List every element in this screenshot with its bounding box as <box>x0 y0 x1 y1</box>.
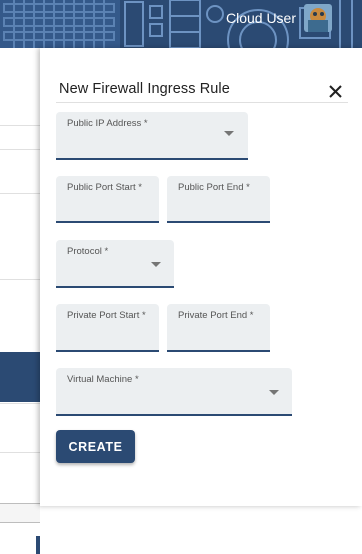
background-divider <box>0 452 40 453</box>
background-page <box>0 48 40 554</box>
app-header: Cloud User <box>0 0 362 48</box>
user-avatar[interactable] <box>304 4 332 32</box>
firewall-rule-drawer: New Firewall Ingress Rule Public IP Addr… <box>40 48 362 506</box>
protocol-select[interactable]: Protocol * <box>56 240 174 288</box>
avatar-image <box>304 4 332 32</box>
chevron-down-icon <box>269 390 279 395</box>
public-port-end-label: Public Port End * <box>178 182 250 193</box>
background-divider <box>0 279 40 280</box>
background-divider <box>0 149 40 150</box>
chevron-down-icon <box>151 262 161 267</box>
private-port-start-label: Private Port Start * <box>67 310 146 321</box>
close-icon <box>329 85 342 98</box>
public-port-start-field[interactable]: Public Port Start * <box>56 176 159 223</box>
public-ip-select[interactable]: Public IP Address * <box>56 112 248 160</box>
public-ip-label: Public IP Address * <box>67 118 148 129</box>
private-port-end-field[interactable]: Private Port End * <box>167 304 270 352</box>
close-button[interactable] <box>326 82 346 102</box>
virtual-machine-label: Virtual Machine * <box>67 374 139 385</box>
background-divider <box>0 193 40 194</box>
public-port-end-field[interactable]: Public Port End * <box>167 176 270 223</box>
background-divider <box>0 125 40 126</box>
background-divider <box>0 403 40 404</box>
create-button[interactable]: CREATE <box>56 430 135 463</box>
public-port-start-label: Public Port Start * <box>67 182 142 193</box>
drawer-title: New Firewall Ingress Rule <box>59 81 230 97</box>
private-port-start-field[interactable]: Private Port Start * <box>56 304 159 352</box>
background-accent <box>36 536 40 554</box>
title-divider <box>56 102 348 103</box>
chevron-down-icon <box>224 131 234 136</box>
user-name[interactable]: Cloud User <box>226 10 296 26</box>
background-selected-row <box>0 352 40 402</box>
private-port-end-label: Private Port End * <box>178 310 254 321</box>
protocol-label: Protocol * <box>67 246 109 257</box>
background-scrollbar <box>0 503 40 523</box>
virtual-machine-select[interactable]: Virtual Machine * <box>56 368 292 416</box>
